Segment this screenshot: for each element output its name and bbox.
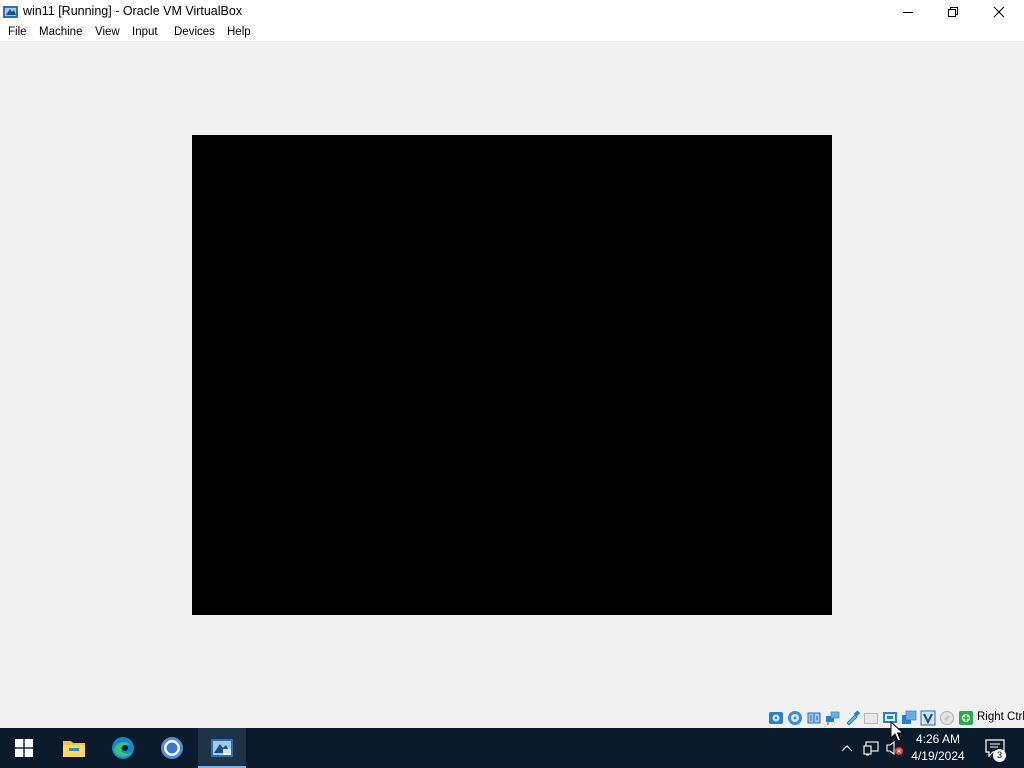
menu-bar: File Machine View Input Devices Help (0, 24, 1024, 42)
file-explorer-icon (63, 741, 85, 757)
usb-icon[interactable] (844, 710, 860, 726)
window-title: win11 [Running] - Oracle VM VirtualBox (23, 4, 243, 18)
taskbar-file-explorer[interactable] (50, 728, 98, 768)
chevron-up-icon (841, 745, 853, 752)
taskbar-edge[interactable] (99, 728, 147, 768)
shared-folders-icon[interactable] (863, 710, 879, 726)
menu-help[interactable]: Help (227, 26, 251, 38)
edge-icon (112, 737, 134, 759)
taskbar-virtualbox[interactable] (198, 728, 246, 768)
virtualbox-app-icon[interactable] (2, 3, 20, 21)
chrome-icon (161, 737, 183, 759)
clock-date: 4/19/2024 (911, 749, 965, 763)
virtualbox-icon (211, 739, 233, 757)
menu-view[interactable]: View (95, 26, 120, 38)
show-hidden-icons-button[interactable] (838, 728, 856, 768)
vm-display[interactable] (192, 135, 832, 615)
close-icon (993, 6, 1005, 18)
optical-drive-icon[interactable] (787, 710, 803, 726)
notification-count-badge: 3 (993, 749, 1006, 762)
network-icon[interactable] (825, 710, 841, 726)
menu-machine[interactable]: Machine (39, 26, 82, 38)
taskbar-clock[interactable]: 4:26 AM 4/19/2024 (906, 731, 970, 765)
menu-devices[interactable]: Devices (174, 26, 215, 38)
restore-icon (948, 7, 958, 17)
taskbar-chrome[interactable] (148, 728, 196, 768)
network-status-icon (863, 741, 879, 756)
status-bar: Right Ctrl (0, 707, 1024, 728)
virtualization-icon[interactable] (920, 710, 936, 726)
close-button[interactable] (976, 0, 1022, 24)
menu-input[interactable]: Input (132, 26, 158, 38)
mouse-integration-icon[interactable] (939, 710, 955, 726)
windows-start-icon (15, 739, 33, 757)
restore-button[interactable] (930, 0, 976, 24)
minimize-button[interactable] (885, 0, 931, 24)
taskbar: 4:26 AM 4/19/2024 (0, 728, 1024, 768)
mouse-cursor-icon (890, 721, 904, 742)
start-button[interactable] (0, 728, 48, 768)
clock-time: 4:26 AM (915, 732, 961, 746)
hard-disk-icon[interactable] (768, 710, 784, 726)
minimize-icon (903, 12, 913, 13)
title-bar[interactable]: win11 [Running] - Oracle VM VirtualBox (0, 0, 1024, 24)
keyboard-capture-icon[interactable] (958, 710, 974, 726)
network-status-button[interactable] (861, 728, 881, 768)
action-center-button[interactable] (980, 728, 1010, 768)
audio-icon[interactable] (806, 710, 822, 726)
host-key-label[interactable]: Right Ctrl (977, 711, 1024, 723)
menu-file[interactable]: File (8, 26, 27, 38)
